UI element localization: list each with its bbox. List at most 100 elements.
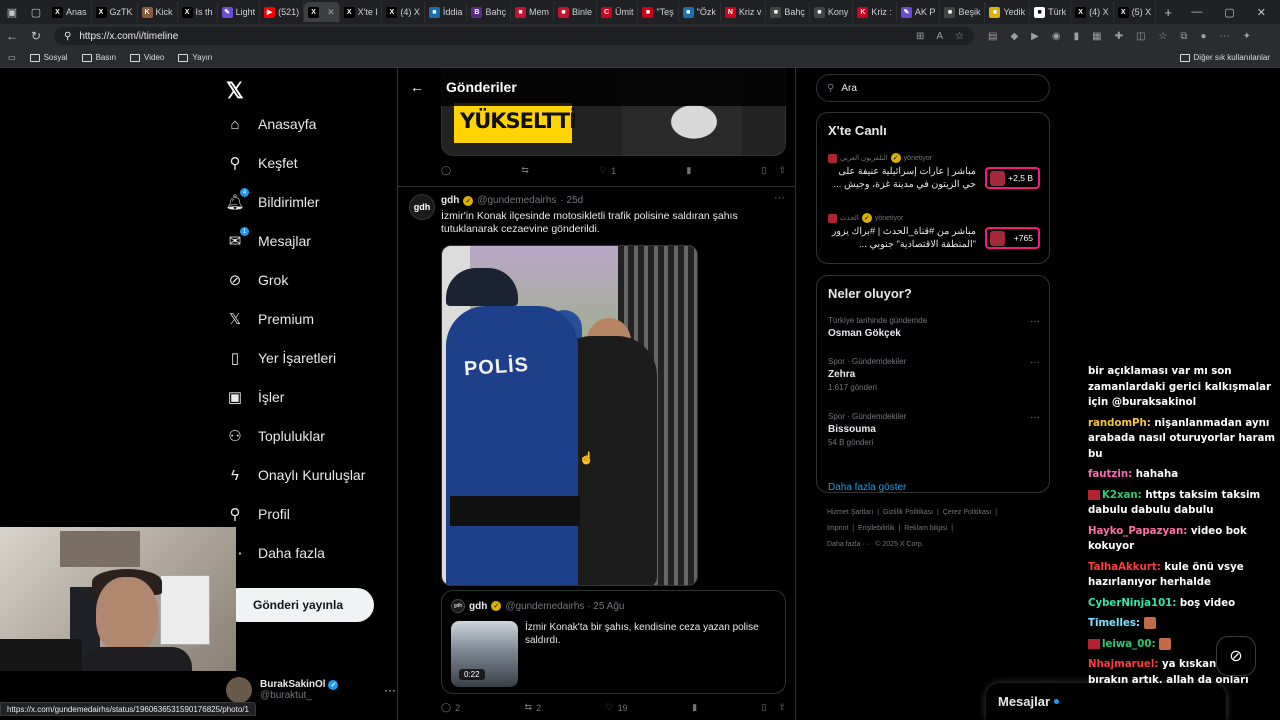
browser-tab[interactable]: B Bahç xyxy=(467,2,511,22)
read-aloud-icon[interactable]: A xyxy=(936,31,943,42)
like-button[interactable]: ♡ 19 xyxy=(606,702,628,713)
sidebar-item-bildirimler[interactable]: 🔔︎ 4 Bildirimler xyxy=(225,188,319,211)
trend-item[interactable]: Spor · Gündemdekiler Zehra 1.617 gönderi… xyxy=(828,357,1040,392)
bookmark-folder[interactable]: Yayın xyxy=(178,53,212,62)
extension-icon[interactable]: ▤ xyxy=(988,31,997,42)
browser-tab[interactable]: ✎ AK P xyxy=(897,2,941,22)
repost-button[interactable]: ⇆ xyxy=(521,165,529,176)
trend-item[interactable]: Türkiye tarihinde gündemde Osman Gökçek … xyxy=(828,316,1040,339)
sidebar-item-keşfet[interactable]: ⚲ Keşfet xyxy=(226,154,298,172)
browser-tab[interactable]: N Kriz v xyxy=(721,2,767,22)
browser-tab[interactable]: ■ Bahç xyxy=(766,2,810,22)
minimize-button[interactable]: — xyxy=(1191,6,1202,19)
browser-tab[interactable]: ■ Kony xyxy=(810,2,854,22)
sidebar-item-premium[interactable]: 𝕏 Premium xyxy=(226,310,314,328)
browser-tab[interactable]: ■ İddia xyxy=(425,2,468,22)
browser-tab[interactable]: ■ Türk xyxy=(1030,2,1072,22)
tab-actions-icon[interactable]: ▢ xyxy=(24,0,48,24)
copilot-icon[interactable]: ✦ xyxy=(1243,31,1251,42)
refresh-icon[interactable]: ↻ xyxy=(24,29,48,43)
x-logo-icon[interactable]: 𝕏 xyxy=(226,78,244,104)
favorite-star-icon[interactable]: ☆ xyxy=(955,31,964,42)
browser-tab[interactable]: X (4) X xyxy=(382,2,425,22)
site-info-icon[interactable]: ⚲ xyxy=(64,31,71,42)
workspaces-icon[interactable]: ▣ xyxy=(0,0,24,24)
live-item[interactable]: التلفزيون العربي ✓ yönetiyor مباشر | عارات… xyxy=(828,153,1040,191)
profile-avatar-icon[interactable]: ● xyxy=(1201,31,1207,42)
browser-tab[interactable]: ■ Mem xyxy=(511,2,554,22)
more-icon[interactable]: ··· xyxy=(384,683,396,697)
live-listeners[interactable]: +765 xyxy=(985,227,1040,249)
browser-tab[interactable]: ■ "Özk xyxy=(679,2,721,22)
browser-tab[interactable]: K Kriz : xyxy=(853,2,897,22)
like-button[interactable]: ♡ 1 xyxy=(599,165,616,176)
footer-link[interactable]: Daha fazla ··· xyxy=(827,541,869,548)
bookmark-icon[interactable]: ▯ xyxy=(761,702,766,713)
bookmark-folder[interactable]: Sosyal xyxy=(29,53,68,62)
messages-dock[interactable]: Mesajlar xyxy=(986,683,1226,720)
post-time[interactable]: · 25d xyxy=(560,195,583,206)
avatar[interactable]: gdh xyxy=(409,194,435,220)
browser-tab[interactable]: ■ Binle xyxy=(554,2,597,22)
author-name[interactable]: gdh xyxy=(441,195,459,206)
browser-tab[interactable]: X ✕ xyxy=(304,2,340,22)
sidebar-item-grok[interactable]: ⊘ Grok xyxy=(226,271,289,289)
sidebar-item-daha-fazla[interactable]: ⋯Daha fazla xyxy=(226,544,325,562)
new-tab-button[interactable]: + xyxy=(1156,0,1180,24)
footer-link[interactable]: Gizlilik Politikası xyxy=(883,509,933,516)
sidebar-item-yer-i-şaretleri[interactable]: ▯ Yer İşaretleri xyxy=(226,349,336,367)
browser-tab[interactable]: X (5) X xyxy=(1114,2,1157,22)
live-item[interactable]: الحدث ✓ yönetiyor مباشر من #قناة_الحدث | #… xyxy=(828,213,1040,251)
sidebar-item-mesajlar[interactable]: ✉ 1 Mesajlar xyxy=(226,227,311,250)
trend-item[interactable]: Spor · Gündemdekiler Bissouma 54 B gönde… xyxy=(828,412,1040,447)
more-icon[interactable]: ··· xyxy=(1030,412,1040,423)
footer-link[interactable]: Çerez Politikası xyxy=(943,509,992,516)
browser-tab[interactable]: K Kick xyxy=(138,2,178,22)
repost-button[interactable]: ⇆ 2 xyxy=(525,702,542,713)
close-tab-icon[interactable]: ✕ xyxy=(327,7,335,18)
extension-icon[interactable]: ◉ xyxy=(1052,31,1061,42)
favorites-icon[interactable]: ☆ xyxy=(1158,31,1167,42)
reply-button[interactable]: ◯ xyxy=(441,165,451,176)
browser-tab[interactable]: ■ Beşik xyxy=(940,2,986,22)
extension-icon[interactable]: ▦ xyxy=(1092,31,1101,42)
more-icon[interactable]: ··· xyxy=(1030,316,1040,327)
browser-tab[interactable]: ■ Yedik xyxy=(985,2,1031,22)
sidebar-item-i-şler[interactable]: ▣ İşler xyxy=(226,388,285,406)
browser-tab[interactable]: ■ "Teş xyxy=(638,2,679,22)
author-handle[interactable]: @gundemedairhs xyxy=(477,195,556,206)
sidebar-item-onaylı-kuruluşlar[interactable]: ϟ Onaylı Kuruluşlar xyxy=(226,466,365,484)
sidebar-item-profil[interactable]: ⚲ Profil xyxy=(226,505,290,523)
sidebar-item-topluluklar[interactable]: ⚇ Topluluklar xyxy=(226,427,325,445)
bookmark-folder[interactable]: Basın xyxy=(81,53,116,62)
reply-button[interactable]: ◯ 2 xyxy=(441,702,460,713)
more-menu-icon[interactable]: ⋯ xyxy=(1220,31,1230,42)
footer-link[interactable]: Imprint xyxy=(827,525,848,532)
split-screen-icon[interactable]: ◫ xyxy=(1136,31,1145,42)
collections-icon[interactable]: ⧉ xyxy=(1180,31,1187,42)
url-field[interactable]: ⚲ https://x.com/i/timeline ⊞ A ☆ xyxy=(54,27,974,45)
more-icon[interactable]: ··· xyxy=(774,192,785,204)
search-input[interactable]: ⚲ Ara xyxy=(816,74,1050,102)
browser-tab[interactable]: X Is th xyxy=(178,2,218,22)
other-bookmarks[interactable]: Diğer sık kullanılanlar xyxy=(1179,53,1280,62)
browser-tab[interactable]: X (4) X xyxy=(1071,2,1114,22)
quoted-post[interactable]: gdh gdh ✓ @gundemedairhs · 25 Ağu 0:22 İ… xyxy=(441,590,786,694)
extension-icon[interactable]: ▶ xyxy=(1031,31,1039,42)
live-listeners[interactable]: +2,5 B xyxy=(985,167,1040,189)
sidebar-item-anasayfa[interactable]: ⌂ Anasayfa xyxy=(226,115,316,133)
quoted-video-thumbnail[interactable]: 0:22 xyxy=(451,621,518,687)
extension-icon[interactable]: ◆ xyxy=(1010,31,1018,42)
views-button[interactable]: ▮ xyxy=(692,702,697,713)
back-arrow-icon[interactable]: ← xyxy=(410,79,424,95)
footer-link[interactable]: Erişilebilirlik xyxy=(858,525,895,532)
sidebar-toggle-icon[interactable]: ▭ xyxy=(8,53,16,62)
back-arrow-icon[interactable]: ← xyxy=(0,29,24,43)
show-more-link[interactable]: Daha fazla göster xyxy=(828,482,906,493)
views-button[interactable]: ▮ xyxy=(686,165,691,176)
browser-tab[interactable]: ▶ (521) xyxy=(260,2,305,22)
more-icon[interactable]: ··· xyxy=(1030,357,1040,368)
extensions-puzzle-icon[interactable]: ✚ xyxy=(1115,31,1123,42)
bookmark-folder[interactable]: Video xyxy=(130,53,164,62)
bookmark-icon[interactable]: ▯ xyxy=(761,165,766,176)
